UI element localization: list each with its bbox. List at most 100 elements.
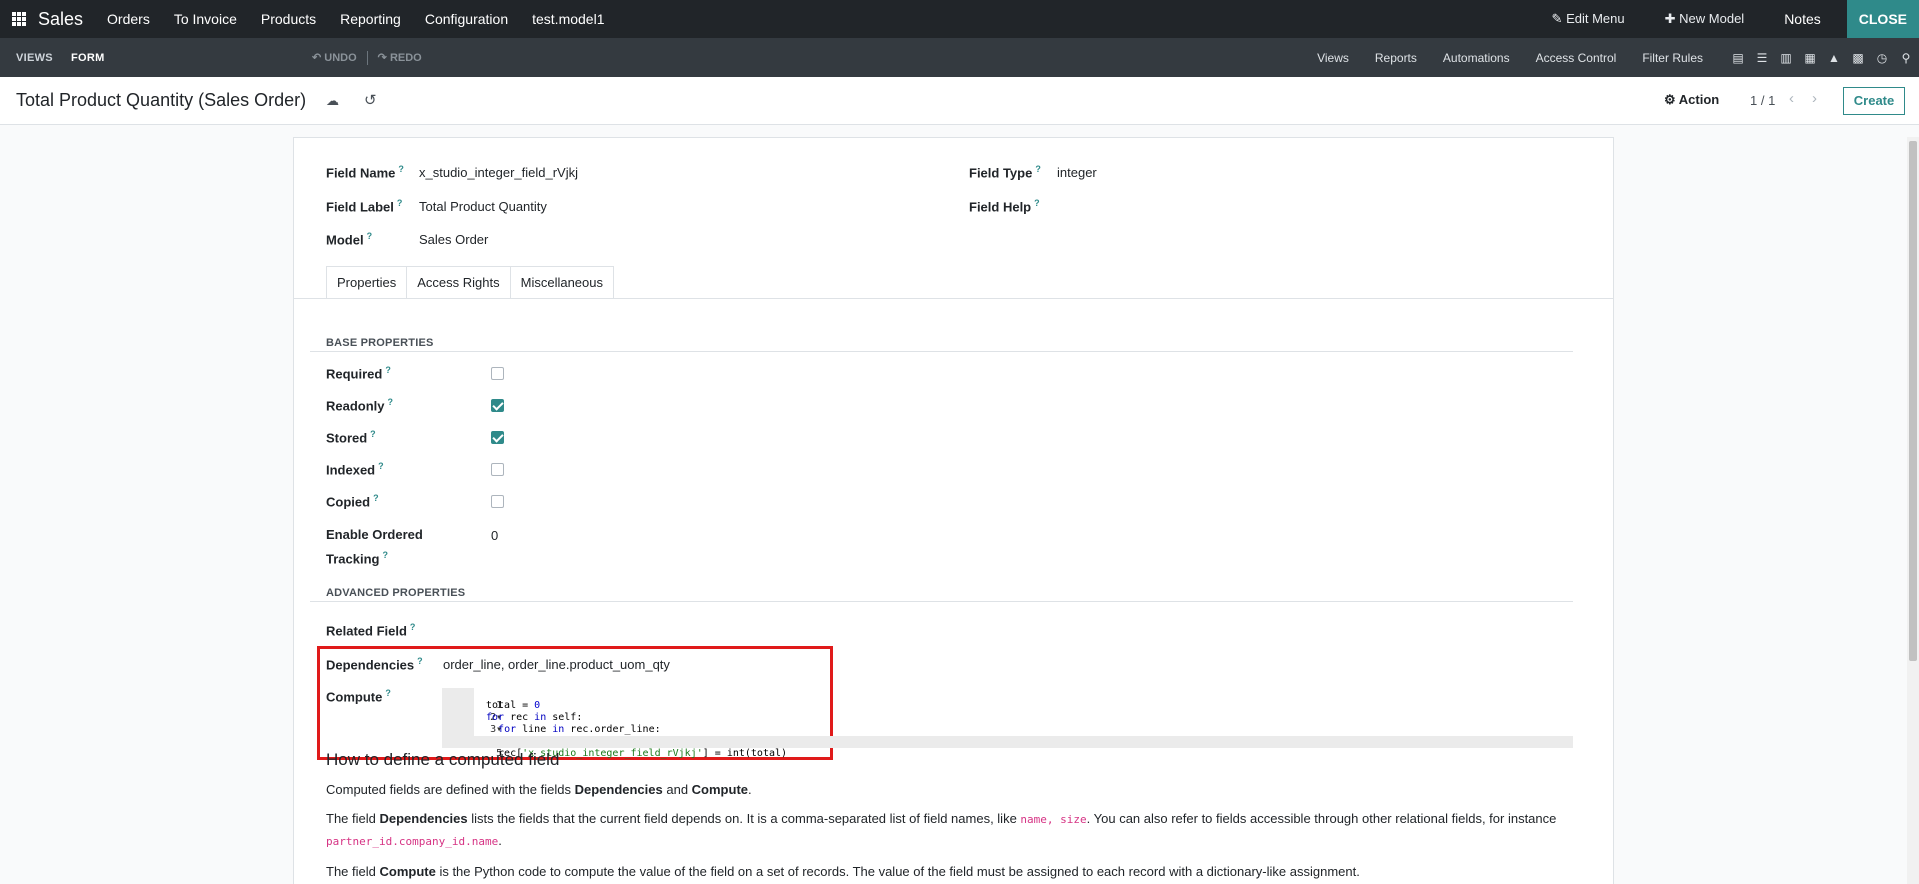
top-navbar: Sales Orders To Invoice Products Reporti… <box>0 0 1919 38</box>
studio-subbar: VIEWS FORM ↶ UNDO ↷ REDO Views Reports A… <box>0 38 1919 77</box>
help-tooltip-icon[interactable]: ? <box>373 493 379 503</box>
tracking-value[interactable]: 0 <box>491 528 498 543</box>
code-line: 4 total = total + line.product_uom_qty <box>442 724 1573 747</box>
studio-actions: ✎ Edit Menu ✚ New Model Notes CLOSE <box>1532 0 1919 38</box>
form-sheet: Field Name? x_studio_integer_field_rVjkj… <box>293 137 1614 884</box>
related-field-label: Related Field? <box>326 622 416 639</box>
help-paragraph: Computed fields are defined with the fie… <box>326 782 752 797</box>
notes-button[interactable]: Notes <box>1764 11 1841 27</box>
create-button[interactable]: Create <box>1843 87 1905 115</box>
section-divider <box>310 351 1573 352</box>
help-tooltip-icon[interactable]: ? <box>388 397 394 407</box>
help-tooltip-icon[interactable]: ? <box>1034 198 1040 208</box>
help-tooltip-icon[interactable]: ? <box>385 688 391 698</box>
stored-label: Stored? <box>326 429 376 446</box>
tab-access-rights[interactable]: Access Rights <box>406 266 511 299</box>
indexed-label: Indexed? <box>326 461 384 478</box>
link-views[interactable]: Views <box>1317 51 1349 65</box>
top-menu: Orders To Invoice Products Reporting Con… <box>95 0 616 38</box>
help-tooltip-icon[interactable]: ? <box>378 461 384 471</box>
tab-properties[interactable]: Properties <box>326 266 408 299</box>
help-paragraph: The field Compute is the Python code to … <box>326 864 1360 879</box>
control-panel: Total Product Quantity (Sales Order) ☁ ↺… <box>0 77 1919 125</box>
discard-icon[interactable]: ↺ <box>364 91 377 109</box>
help-tooltip-icon[interactable]: ? <box>1035 164 1041 174</box>
list-view-icon[interactable]: ☰ <box>1755 52 1769 64</box>
copied-label: Copied? <box>326 493 379 510</box>
tab-divider <box>294 298 1613 299</box>
divider <box>366 50 368 65</box>
kanban-view-icon[interactable]: ▥ <box>1779 52 1793 64</box>
menu-products[interactable]: Products <box>249 0 328 38</box>
views-breadcrumb[interactable]: VIEWS <box>16 52 53 64</box>
close-studio-button[interactable]: CLOSE <box>1846 0 1919 38</box>
tracking-label: Enable Ordered Tracking? <box>326 527 423 567</box>
code-line-active: 5 rec['x_studio_integer_field_rVjkj'] = … <box>442 736 1573 759</box>
compute-code-editor[interactable]: 1 total = 0 2▾ for rec in self: 3▾ for lin… <box>442 688 1573 759</box>
redo-button[interactable]: ↷ REDO <box>378 51 422 64</box>
record-title: Total Product Quantity (Sales Order) <box>16 90 307 110</box>
field-label-value: Total Product Quantity <box>419 199 547 214</box>
undo-redo: ↶ UNDO ↷ REDO <box>312 38 422 77</box>
pivot-view-icon[interactable]: ▩ <box>1851 52 1865 64</box>
field-label-label: Field Label? <box>326 198 403 215</box>
help-tooltip-icon[interactable]: ? <box>367 231 373 241</box>
scrollbar[interactable] <box>1907 137 1919 884</box>
link-reports[interactable]: Reports <box>1375 51 1417 65</box>
pager-value[interactable]: 1 / 1 <box>1750 93 1775 108</box>
notebook-tabs: Properties Access Rights Miscellaneous <box>326 266 614 299</box>
dependencies-input[interactable]: order_line, order_line.product_uom_qty <box>443 657 670 672</box>
tab-miscellaneous[interactable]: Miscellaneous <box>509 266 614 299</box>
apps-menu-icon[interactable] <box>12 12 26 26</box>
chevron-right-icon[interactable]: › <box>1812 90 1817 107</box>
copied-checkbox[interactable] <box>491 495 504 508</box>
model-label: Model? <box>326 231 373 248</box>
app-name[interactable]: Sales <box>38 9 83 30</box>
required-checkbox[interactable] <box>491 367 504 380</box>
edit-menu-button[interactable]: ✎ Edit Menu <box>1532 11 1645 27</box>
help-tooltip-icon[interactable]: ? <box>397 198 403 208</box>
menu-reporting[interactable]: Reporting <box>328 0 413 38</box>
stored-checkbox[interactable] <box>491 431 504 444</box>
undo-icon: ↶ <box>312 52 322 64</box>
dependencies-label: Dependencies? <box>326 656 423 673</box>
help-tooltip-icon[interactable]: ? <box>417 656 423 666</box>
studio-links: Views Reports Automations Access Control… <box>1291 38 1703 77</box>
field-type-value: integer <box>1057 165 1097 180</box>
scrollbar-thumb[interactable] <box>1909 141 1917 661</box>
undo-button[interactable]: ↶ UNDO <box>312 51 357 64</box>
help-tooltip-icon[interactable]: ? <box>385 365 391 375</box>
action-menu-button[interactable]: ⚙ Action <box>1664 92 1719 108</box>
menu-test-model1[interactable]: test.model1 <box>520 0 616 38</box>
code-line: 2▾ for rec in self: <box>486 712 583 723</box>
redo-icon: ↷ <box>377 52 387 64</box>
field-help-label: Field Help? <box>969 198 1040 215</box>
menu-to-invoice[interactable]: To Invoice <box>162 0 249 38</box>
plus-icon: ✚ <box>1664 11 1676 26</box>
readonly-checkbox[interactable] <box>491 399 504 412</box>
help-tooltip-icon[interactable]: ? <box>382 550 388 560</box>
calendar-view-icon[interactable]: ▦ <box>1803 52 1817 64</box>
help-heading: How to define a computed field <box>326 750 560 769</box>
field-name-label: Field Name? <box>326 164 404 181</box>
help-tooltip-icon[interactable]: ? <box>410 622 416 632</box>
form-view-icon[interactable]: ▤ <box>1731 52 1745 64</box>
model-value: Sales Order <box>419 232 489 247</box>
help-tooltip-icon[interactable]: ? <box>370 429 376 439</box>
menu-configuration[interactable]: Configuration <box>413 0 520 38</box>
link-filter-rules[interactable]: Filter Rules <box>1642 51 1703 65</box>
compute-label: Compute? <box>326 688 391 705</box>
save-cloud-icon[interactable]: ☁ <box>326 93 339 109</box>
indexed-checkbox[interactable] <box>491 463 504 476</box>
chevron-left-icon[interactable]: ‹ <box>1789 90 1794 107</box>
help-tooltip-icon[interactable]: ? <box>398 164 404 174</box>
menu-orders[interactable]: Orders <box>95 0 162 38</box>
activity-view-icon[interactable]: ◷ <box>1875 52 1889 64</box>
code-line: 3▾ for line in rec.order_line: <box>490 724 661 735</box>
link-automations[interactable]: Automations <box>1443 51 1510 65</box>
code-line: 1 total = 0 <box>486 700 541 711</box>
new-model-button[interactable]: ✚ New Model <box>1645 11 1765 27</box>
link-access-control[interactable]: Access Control <box>1536 51 1617 65</box>
graph-view-icon[interactable]: ▲ <box>1827 52 1841 64</box>
search-icon[interactable]: ⚲ <box>1899 52 1913 64</box>
